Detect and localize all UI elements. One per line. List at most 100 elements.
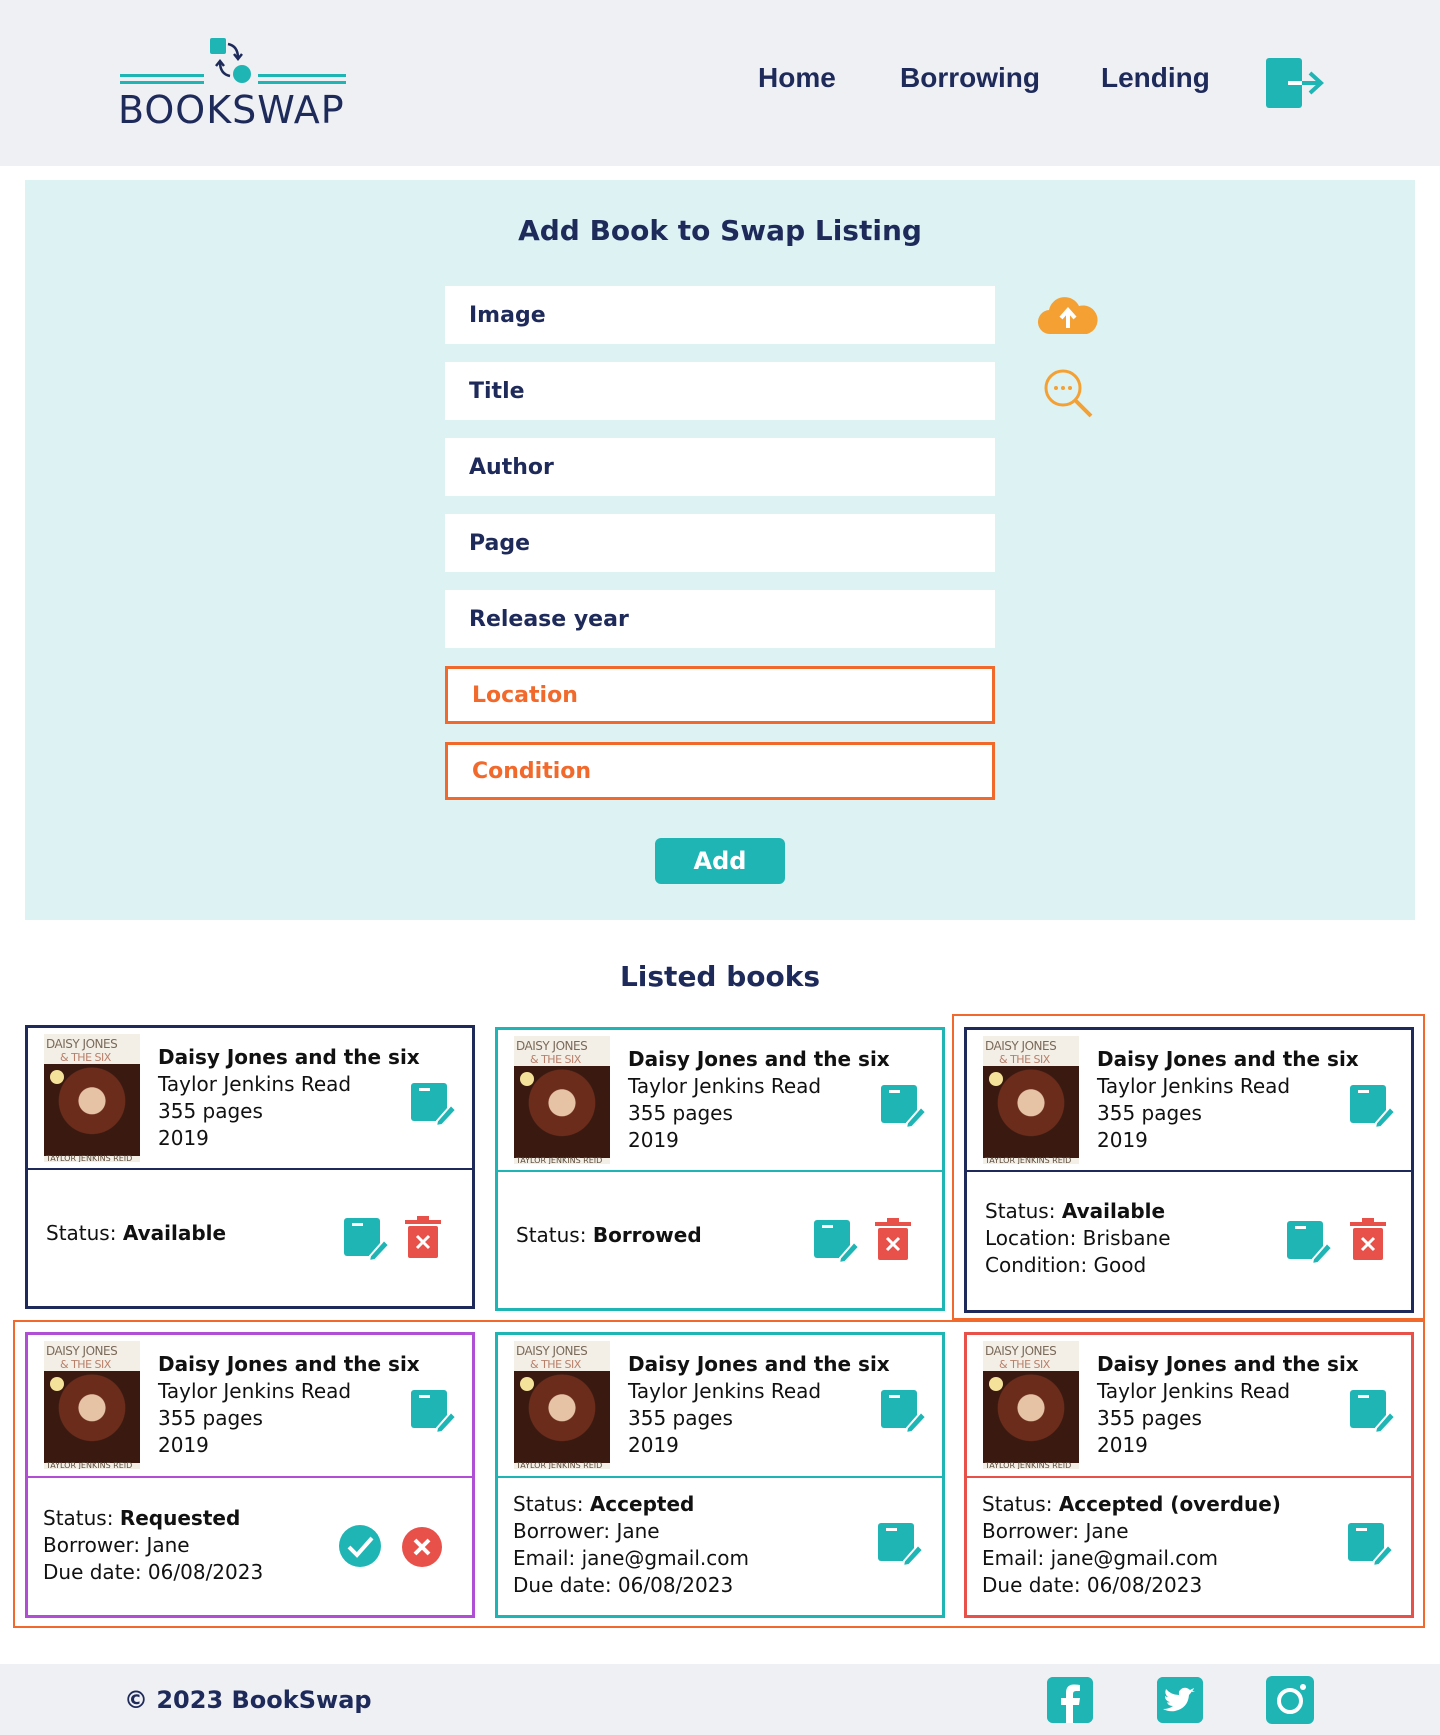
logo-line xyxy=(258,74,346,77)
book-author: Taylor Jenkins Read xyxy=(1097,1379,1291,1403)
edit-icon[interactable] xyxy=(1348,1388,1396,1434)
book-pages: 355 pages xyxy=(628,1406,733,1430)
book-card: DAISY JONES & THE SIX TAYLOR JENKINS REI… xyxy=(495,1027,945,1311)
book-title: Daisy Jones and the six xyxy=(158,1045,420,1069)
book-author: Taylor Jenkins Read xyxy=(628,1379,822,1403)
book-year: 2019 xyxy=(158,1433,209,1457)
email-text: Email: jane@gmail.com xyxy=(513,1546,749,1570)
book-cover: DAISY JONES & THE SIX TAYLOR JENKINS REI… xyxy=(983,1036,1079,1164)
book-title: Daisy Jones and the six xyxy=(1097,1352,1359,1376)
book-cover: DAISY JONES & THE SIX TAYLOR JENKINS REI… xyxy=(514,1036,610,1164)
twitter-icon[interactable] xyxy=(1157,1677,1203,1723)
status-text: Status: Accepted (overdue) Borrower: Jan… xyxy=(982,1492,1281,1597)
book-title: Daisy Jones and the six xyxy=(1097,1047,1359,1071)
condition-field[interactable]: Condition xyxy=(445,742,995,800)
logout-icon[interactable] xyxy=(1266,58,1324,108)
nav-lending[interactable]: Lending xyxy=(1101,62,1210,94)
release-year-field[interactable]: Release year xyxy=(445,590,995,648)
book-pages: 355 pages xyxy=(1097,1406,1202,1430)
logo-line xyxy=(120,74,204,77)
site-header: BOOKSWAP Home Borrowing Lending xyxy=(0,0,1440,166)
book-author: Taylor Jenkins Read xyxy=(158,1379,352,1403)
logo-line xyxy=(258,81,346,84)
delete-icon[interactable] xyxy=(405,1216,441,1258)
book-card: DAISY JONES & THE SIX TAYLOR JENKINS REI… xyxy=(495,1332,945,1618)
email-text: Email: jane@gmail.com xyxy=(982,1546,1218,1570)
location-text: Location: Brisbane xyxy=(985,1226,1171,1250)
book-info: Daisy Jones and the six Taylor Jenkins R… xyxy=(158,1044,420,1152)
book-card: DAISY JONES & THE SIX TAYLOR JENKINS REI… xyxy=(964,1332,1414,1618)
status-text: Status: Borrowed xyxy=(516,1223,702,1247)
edit-icon[interactable] xyxy=(409,1388,457,1434)
copyright-text: © 2023 BookSwap xyxy=(124,1686,372,1714)
book-year: 2019 xyxy=(628,1433,679,1457)
nav-home[interactable]: Home xyxy=(758,62,836,94)
condition-text: Condition: Good xyxy=(985,1253,1147,1277)
edit-icon[interactable] xyxy=(879,1388,927,1434)
accept-icon[interactable] xyxy=(338,1524,382,1568)
facebook-icon[interactable] xyxy=(1047,1677,1093,1723)
add-button[interactable]: Add xyxy=(655,838,785,884)
due-date-text: Due date: 06/08/2023 xyxy=(982,1573,1203,1597)
instagram-icon[interactable] xyxy=(1266,1676,1314,1724)
book-pages: 355 pages xyxy=(628,1101,733,1125)
book-card: DAISY JONES & THE SIX TAYLOR JENKINS REI… xyxy=(25,1332,475,1618)
reject-icon[interactable] xyxy=(401,1526,443,1568)
edit-status-icon[interactable] xyxy=(342,1216,390,1262)
borrower-text: Borrower: Jane xyxy=(513,1519,660,1543)
book-info: Daisy Jones and the six Taylor Jenkins R… xyxy=(1097,1351,1359,1459)
title-field[interactable]: Title xyxy=(445,362,995,420)
status-text: Status: Available Location: Brisbane Con… xyxy=(985,1199,1171,1277)
edit-icon[interactable] xyxy=(1348,1083,1396,1129)
book-year: 2019 xyxy=(158,1126,209,1150)
due-date-text: Due date: 06/08/2023 xyxy=(513,1573,734,1597)
edit-icon[interactable] xyxy=(409,1081,457,1127)
status-text: Status: Available xyxy=(46,1221,227,1245)
add-book-panel: Add Book to Swap Listing Image Title Aut… xyxy=(25,180,1415,920)
book-author: Taylor Jenkins Read xyxy=(628,1074,822,1098)
book-author: Taylor Jenkins Read xyxy=(1097,1074,1291,1098)
book-cover: DAISY JONES & THE SIX TAYLOR JENKINS REI… xyxy=(514,1341,610,1469)
image-field[interactable]: Image xyxy=(445,286,995,344)
listed-books-title: Listed books xyxy=(619,960,821,993)
edit-status-icon[interactable] xyxy=(1346,1521,1394,1567)
site-footer: © 2023 BookSwap xyxy=(0,1664,1440,1735)
form-title: Add Book to Swap Listing xyxy=(518,214,922,247)
book-pages: 355 pages xyxy=(158,1099,263,1123)
logo-line xyxy=(120,81,204,84)
edit-icon[interactable] xyxy=(879,1083,927,1129)
book-info: Daisy Jones and the six Taylor Jenkins R… xyxy=(158,1351,420,1459)
search-icon[interactable] xyxy=(1043,368,1095,420)
status-text: Status: Requested Borrower: Jane Due dat… xyxy=(43,1506,264,1584)
book-year: 2019 xyxy=(1097,1433,1148,1457)
location-field[interactable]: Location xyxy=(445,666,995,724)
edit-status-icon[interactable] xyxy=(1285,1219,1333,1265)
page-field[interactable]: Page xyxy=(445,514,995,572)
book-title: Daisy Jones and the six xyxy=(158,1352,420,1376)
logo-icon xyxy=(210,38,251,83)
logo-text: BOOKSWAP xyxy=(118,88,345,132)
book-title: Daisy Jones and the six xyxy=(628,1047,890,1071)
cloud-upload-icon[interactable] xyxy=(1037,294,1099,336)
book-info: Daisy Jones and the six Taylor Jenkins R… xyxy=(1097,1046,1359,1154)
delete-icon[interactable] xyxy=(1350,1218,1386,1260)
borrower-text: Borrower: Jane xyxy=(982,1519,1129,1543)
nav-borrowing[interactable]: Borrowing xyxy=(900,62,1040,94)
book-card: DAISY JONES & THE SIX TAYLOR JENKINS REI… xyxy=(25,1025,475,1309)
author-field[interactable]: Author xyxy=(445,438,995,496)
edit-status-icon[interactable] xyxy=(812,1218,860,1264)
book-author: Taylor Jenkins Read xyxy=(158,1072,352,1096)
book-pages: 355 pages xyxy=(1097,1101,1202,1125)
borrower-text: Borrower: Jane xyxy=(43,1533,190,1557)
book-cover: DAISY JONES & THE SIX TAYLOR JENKINS REI… xyxy=(44,1341,140,1469)
bookswap-logo[interactable]: BOOKSWAP xyxy=(118,36,348,132)
book-pages: 355 pages xyxy=(158,1406,263,1430)
book-info: Daisy Jones and the six Taylor Jenkins R… xyxy=(628,1351,890,1459)
book-cover: DAISY JONES & THE SIX TAYLOR JENKINS REI… xyxy=(983,1341,1079,1469)
edit-status-icon[interactable] xyxy=(876,1521,924,1567)
due-date-text: Due date: 06/08/2023 xyxy=(43,1560,264,1584)
delete-icon[interactable] xyxy=(875,1218,911,1260)
book-year: 2019 xyxy=(628,1128,679,1152)
book-card: DAISY JONES & THE SIX TAYLOR JENKINS REI… xyxy=(964,1027,1414,1313)
book-year: 2019 xyxy=(1097,1128,1148,1152)
